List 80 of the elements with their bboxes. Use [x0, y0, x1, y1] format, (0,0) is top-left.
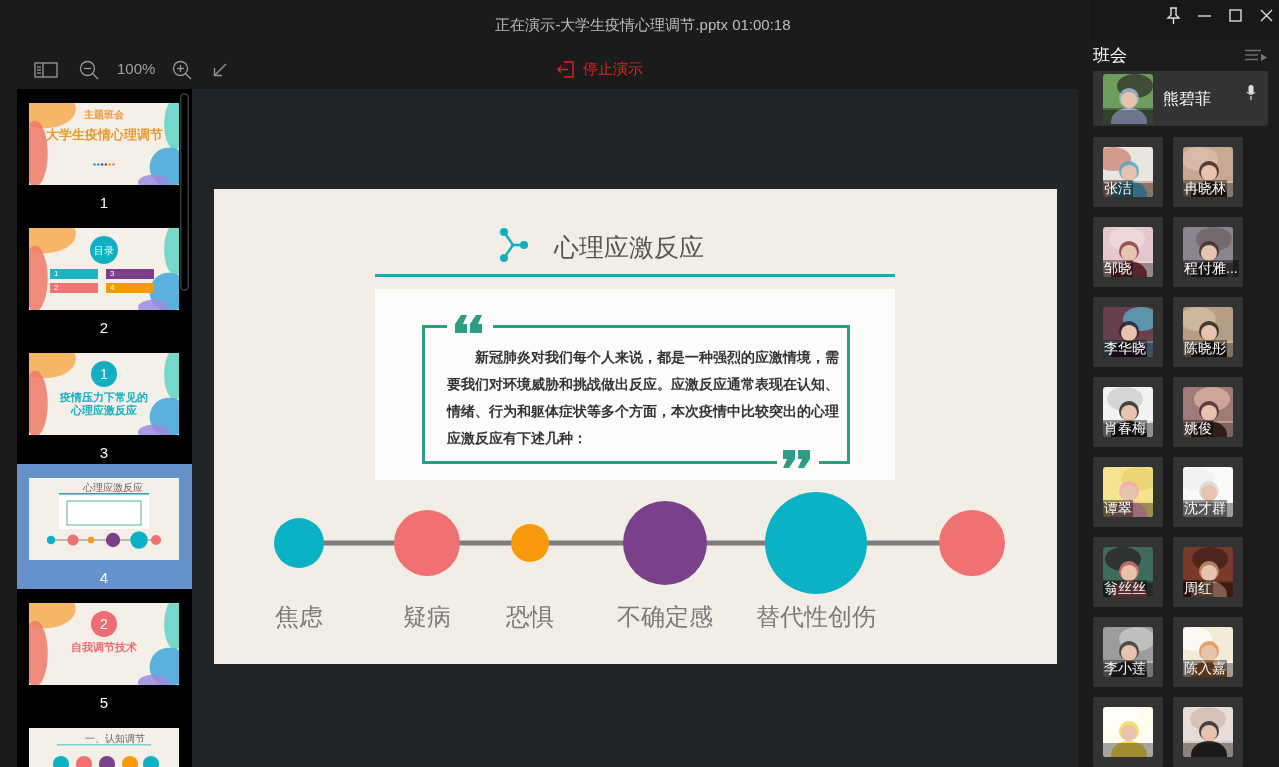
- slide-heading: 心理应激反应: [553, 232, 704, 263]
- participant-name: 陈入嘉: [1183, 660, 1227, 677]
- slide-title: 心理应激反应: [83, 481, 143, 495]
- slide-badge-text: 主题班会: [83, 108, 125, 122]
- slide-number: 3: [98, 442, 110, 463]
- participant-tile[interactable]: 谭翠: [1093, 457, 1163, 527]
- meeting-title: 班会: [1093, 45, 1127, 68]
- close-icon[interactable]: [1258, 7, 1275, 24]
- section-badge: 目录: [90, 236, 118, 264]
- playlist-icon[interactable]: [1245, 49, 1267, 64]
- participant-name: 陈晓彤: [1183, 340, 1227, 357]
- participant-name: 谭翠: [1103, 500, 1133, 517]
- participant-name: 姚俊: [1183, 420, 1213, 437]
- participant-tile[interactable]: 周红: [1173, 537, 1243, 607]
- participant-tile[interactable]: [1173, 697, 1243, 767]
- reaction-label: 不确定感: [616, 602, 713, 633]
- outline-bar: 3: [106, 269, 154, 279]
- stop-presenting-button[interactable]: 停止演示: [557, 58, 644, 81]
- participant-tile[interactable]: 李华晓: [1093, 297, 1163, 367]
- participant-name: 李华晓: [1103, 340, 1147, 357]
- participant-tile[interactable]: 翁丝丝: [1093, 537, 1163, 607]
- participant-name: 邹晓: [1103, 260, 1133, 277]
- slide-title: 疫情压力下常见的心理应激反应: [60, 391, 148, 417]
- participant-tile[interactable]: 李小莲: [1093, 617, 1163, 687]
- participant-name: 张洁: [1103, 180, 1133, 197]
- reaction-label: 疑病: [402, 602, 451, 633]
- pin-icon[interactable]: [1165, 7, 1182, 24]
- participant-name: 翁丝丝: [1103, 580, 1147, 597]
- participant-tile[interactable]: 冉晓林: [1173, 137, 1243, 207]
- slide-title: 一、认知调节: [85, 732, 145, 746]
- participant-name: 周红: [1183, 580, 1213, 597]
- participant-name: 冉晓林: [1183, 180, 1227, 197]
- slide-number: 4: [98, 567, 110, 588]
- slide-thumbnail[interactable]: 心理应激反应: [29, 478, 179, 560]
- participant-tile[interactable]: 姚俊: [1173, 377, 1243, 447]
- zoom-level: 100%: [117, 59, 156, 80]
- slide-number: 2: [98, 317, 110, 338]
- outline-bar: 2: [50, 283, 98, 293]
- participant-tile[interactable]: 肖春梅: [1093, 377, 1163, 447]
- slide-thumbnail[interactable]: 目录 1 3 2 4: [29, 228, 179, 310]
- participant-tile[interactable]: 张洁: [1093, 137, 1163, 207]
- quote-mark-icon: [782, 450, 811, 468]
- reaction-label: 焦虑: [274, 602, 323, 633]
- presenter-name: 熊碧菲: [1163, 88, 1211, 109]
- outline-bar: 1: [50, 269, 98, 279]
- section-badge: 1: [91, 361, 117, 387]
- slide-thumbnail[interactable]: 一、认知调节: [29, 728, 179, 767]
- slide-number: 1: [98, 192, 110, 213]
- participant-name: 李小莲: [1103, 660, 1147, 677]
- quote-text: 新冠肺炎对我们每个人来说，都是一种强烈的应激情境，需要我们对环境威胁和挑战做出反应。应激反应通常表现在认知、情绪、行为和躯体症状等多个方面，本次疫情中比较突出的心理应激反应有下述几种：: [446, 348, 839, 448]
- participant-tile[interactable]: 沈才群: [1173, 457, 1243, 527]
- window-title: 正在演示-大学生疫情心理调节.pptx 01:00:18: [495, 14, 791, 35]
- zoom-out-icon[interactable]: [79, 59, 99, 80]
- microphone-icon: [1246, 85, 1256, 101]
- connector-icon: [497, 227, 528, 263]
- exit-icon: [557, 61, 576, 78]
- participant-tile[interactable]: 邹晓: [1093, 217, 1163, 287]
- shrink-arrow-icon[interactable]: [213, 62, 228, 77]
- slide-number: 5: [98, 692, 110, 713]
- participant-tile[interactable]: 程付雅...: [1173, 217, 1243, 287]
- slide-title: 自我调节技术: [70, 641, 138, 654]
- section-badge: 2: [91, 611, 117, 637]
- presenter-card[interactable]: 熊碧菲: [1093, 71, 1268, 126]
- participant-name: 程付雅...: [1183, 260, 1239, 277]
- scrollbar-icon[interactable]: [180, 93, 189, 291]
- slide-list-item[interactable]: 心理应激反应 4: [17, 464, 192, 589]
- maximize-icon[interactable]: [1227, 7, 1244, 24]
- participant-name: 沈才群: [1183, 500, 1227, 517]
- participant-name: 肖春梅: [1103, 420, 1147, 437]
- reaction-label: 恐惧: [505, 602, 554, 633]
- zoom-in-icon[interactable]: [172, 59, 193, 80]
- slide-title: 大学生疫情心理调节: [44, 126, 164, 144]
- quote-mark-icon: [454, 315, 483, 333]
- reaction-label: 替代性创伤: [755, 602, 876, 633]
- participant-tile[interactable]: 陈入嘉: [1173, 617, 1243, 687]
- outline-bar: 4: [106, 283, 154, 293]
- dots-icon: [93, 163, 115, 166]
- sidebar-toggle-icon[interactable]: [34, 61, 58, 78]
- participant-tile[interactable]: [1093, 697, 1163, 767]
- participant-tile[interactable]: 陈晓彤: [1173, 297, 1243, 367]
